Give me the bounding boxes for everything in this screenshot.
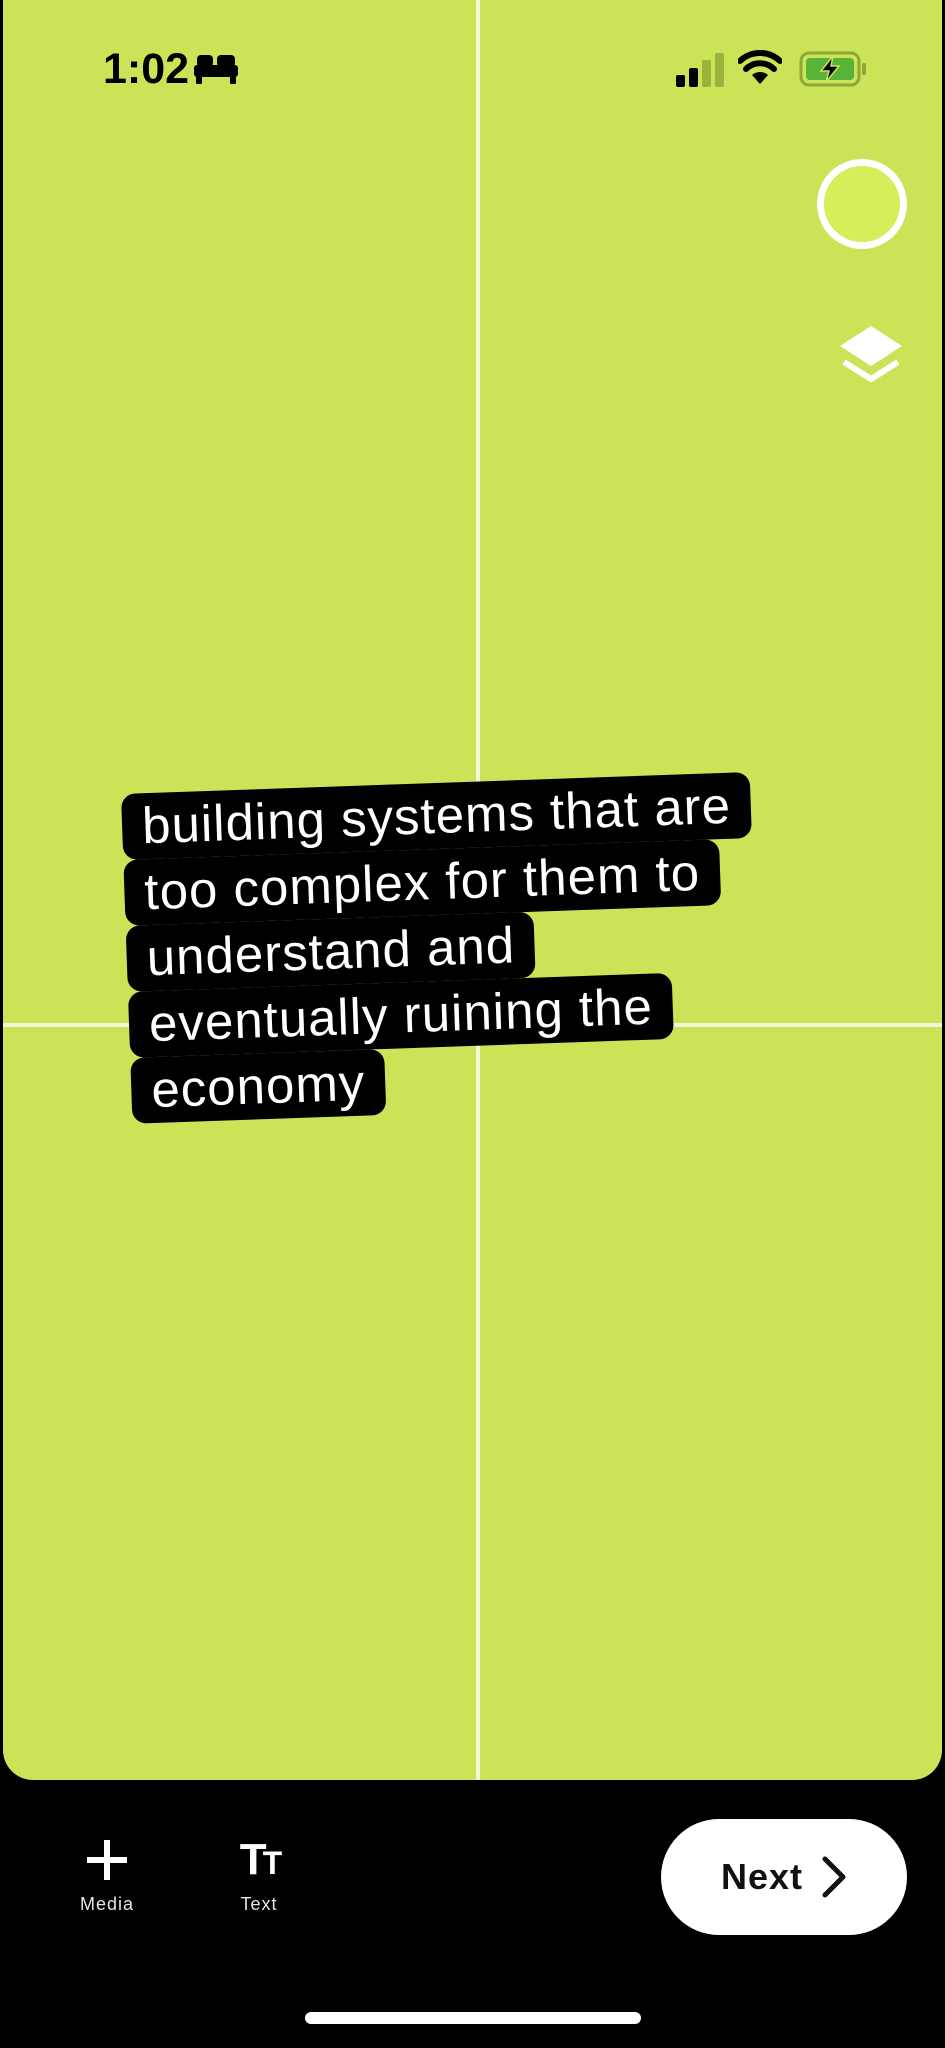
next-label: Next <box>720 1856 804 1897</box>
layers-icon[interactable] <box>838 324 904 394</box>
add-media-button[interactable]: Media <box>72 1838 142 1915</box>
status-time: 1:02 <box>103 45 190 93</box>
battery-charging-icon <box>799 51 866 87</box>
text-label: Text <box>240 1894 278 1914</box>
bed-icon <box>194 55 238 84</box>
cellular-signal-icon <box>676 53 724 87</box>
text-size-icon: TT <box>239 1835 282 1884</box>
plus-icon <box>87 1840 127 1880</box>
caption-text-block[interactable]: building systems that are too complex fo… <box>121 772 761 1124</box>
color-picker-button[interactable] <box>817 159 907 249</box>
media-label: Media <box>79 1894 135 1914</box>
wifi-icon <box>738 50 782 84</box>
chevron-right-icon <box>822 1856 846 1898</box>
home-indicator <box>305 2012 641 2024</box>
caption-line: economy <box>130 1048 387 1124</box>
add-text-button[interactable]: TT Text <box>224 1838 294 1915</box>
editor-canvas[interactable]: building systems that are too complex fo… <box>3 0 942 1780</box>
next-button[interactable]: Next <box>661 1819 907 1935</box>
